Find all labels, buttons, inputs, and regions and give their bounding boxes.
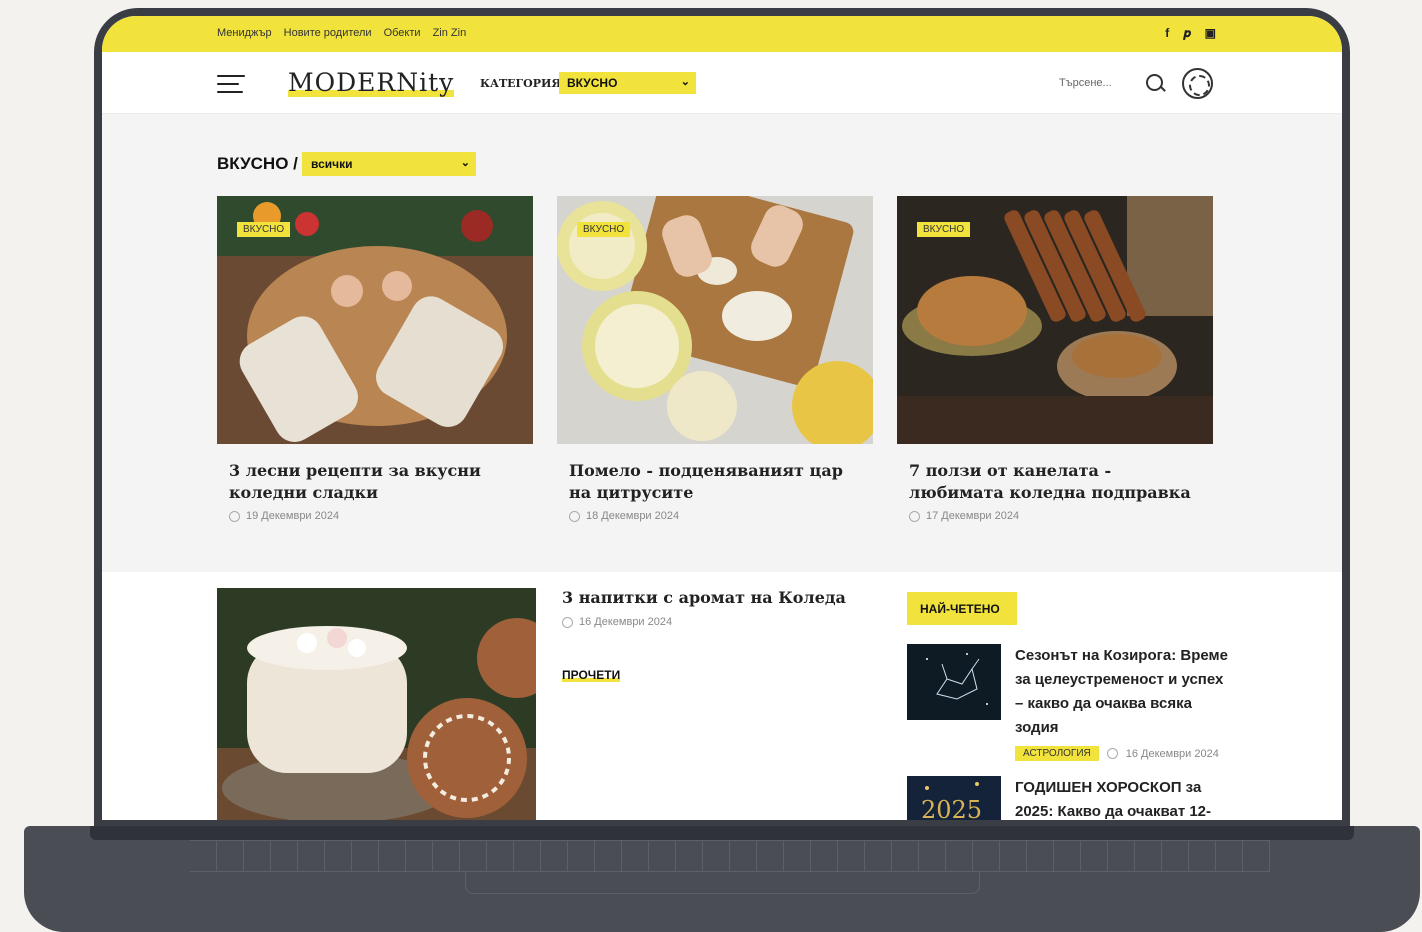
laptop-mockup: Мениджър Новите родители Обекти Zin Zin … [0, 0, 1422, 932]
trackpad [465, 872, 980, 894]
top-link-new-parents[interactable]: Новите родители [284, 27, 372, 39]
date-text: 17 Декември 2024 [926, 510, 1020, 522]
article-card[interactable]: ВКУСНО 3 лесни рецепти за вкусни коледни… [217, 196, 533, 522]
chevron-down-icon: ⌄ [680, 76, 690, 88]
article-date: 18 Декември 2024 [569, 510, 861, 522]
article-image-cinnamon[interactable]: ВКУСНО [897, 196, 1213, 444]
featured-title[interactable]: 3 напитки с аромат на Коледа [562, 588, 846, 607]
clock-icon [909, 510, 920, 522]
clock-icon [569, 510, 580, 522]
subcategory-select-value: всички [311, 157, 353, 171]
category-badge[interactable]: ВКУСНО [917, 222, 971, 237]
category-label: КАТЕГОРИЯ: [480, 77, 566, 90]
date-text: 16 Декември 2024 [1125, 747, 1219, 760]
most-read-image[interactable]: 2025 [907, 776, 1001, 820]
article-image-cookies[interactable]: ВКУСНО [217, 196, 533, 444]
search-input[interactable]: Търсене... [1059, 77, 1112, 89]
pinterest-icon[interactable]: 𝒑 [1183, 26, 1190, 41]
date-text: 16 Декември 2024 [579, 616, 673, 628]
logo-text: MODERNity [288, 68, 455, 97]
clock-icon [1106, 748, 1118, 759]
category-badge[interactable]: ВКУСНО [577, 222, 631, 237]
article-card[interactable]: ВКУСНО Помело - подценяваният цар на цит… [557, 196, 873, 522]
category-badge[interactable]: АСТРОЛОГИЯ [1015, 746, 1099, 761]
most-read-image[interactable] [907, 644, 1001, 720]
featured-date: 16 Декември 2024 [562, 616, 672, 628]
subcategory-select[interactable]: всички ⌄ [302, 152, 476, 176]
featured-image-hot-chocolate[interactable] [217, 588, 536, 820]
article-date: 17 Декември 2024 [909, 510, 1201, 522]
article-title[interactable]: 7 ползи от канелата - любимата коледна п… [909, 460, 1201, 504]
year-graphic: 2025 [921, 796, 982, 820]
read-more-link[interactable]: ПРОЧЕТИ [562, 668, 620, 682]
date-text: 19 Декември 2024 [246, 510, 340, 522]
breadcrumb: ВКУСНО / [217, 154, 298, 173]
laptop-screen: Мениджър Новите родители Обекти Zin Zin … [102, 16, 1342, 820]
category-select-value: ВКУСНО [567, 76, 618, 90]
facebook-icon[interactable]: f [1165, 26, 1169, 41]
most-read-title[interactable]: ГОДИШЕН ХОРОСКОП за 2025: Какво да очакв… [1015, 776, 1230, 820]
site-header: MODERNity КАТЕГОРИЯ: ВКУСНО ⌄ Търсене... [102, 52, 1342, 114]
chevron-down-icon: ⌄ [460, 157, 470, 169]
search-icon[interactable] [1146, 74, 1163, 91]
top-link-zinzin[interactable]: Zin Zin [433, 27, 467, 39]
most-read-meta: АСТРОЛОГИЯ 16 Декември 2024 [1015, 746, 1219, 761]
date-text: 18 Декември 2024 [586, 510, 680, 522]
site-logo[interactable]: MODERNity [288, 68, 454, 97]
laptop-hinge [90, 826, 1354, 840]
article-title[interactable]: 3 лесни рецепти за вкусни коледни сладки [229, 460, 521, 504]
most-read-heading: НАЙ-ЧЕТЕНО [907, 592, 1017, 625]
top-bar: Мениджър Новите родители Обекти Zin Zin … [102, 16, 1342, 52]
article-image-pomelo[interactable]: ВКУСНО [557, 196, 873, 444]
top-link-objects[interactable]: Обекти [384, 27, 421, 39]
category-badge[interactable]: ВКУСНО [237, 222, 291, 237]
theme-toggle-icon[interactable] [1182, 68, 1213, 99]
clock-icon [562, 616, 573, 628]
most-read-title[interactable]: Сезонът на Козирога: Време за целеустрем… [1015, 644, 1230, 740]
clock-icon [229, 510, 240, 522]
article-card[interactable]: ВКУСНО 7 ползи от канелата - любимата ко… [897, 196, 1213, 522]
social-links: f 𝒑 ▣ [1165, 26, 1216, 41]
top-link-manager[interactable]: Мениджър [217, 27, 272, 39]
keyboard [190, 840, 1270, 872]
article-date: 19 Декември 2024 [229, 510, 521, 522]
category-listing: ВКУСНО / всички ⌄ ВКУСНО 3 лесни рецепти… [102, 114, 1342, 572]
hamburger-menu-icon[interactable] [217, 75, 245, 93]
top-nav: Мениджър Новите родители Обекти Zin Zin [217, 27, 466, 39]
category-select[interactable]: ВКУСНО ⌄ [559, 72, 696, 94]
article-title[interactable]: Помело - подценяваният цар на цитрусите [569, 460, 861, 504]
instagram-icon[interactable]: ▣ [1205, 26, 1216, 41]
